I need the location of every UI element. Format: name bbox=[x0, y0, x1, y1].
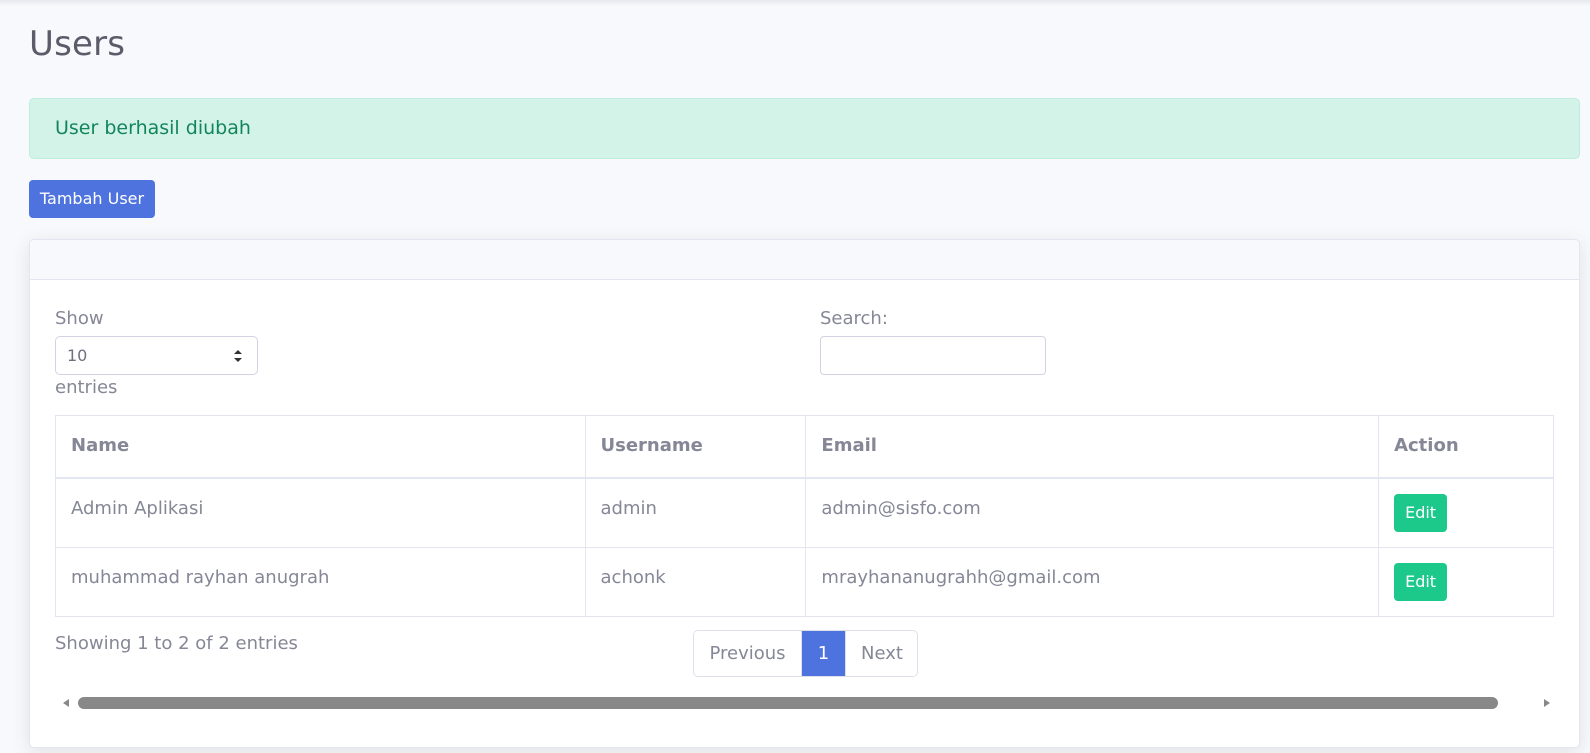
column-header-email[interactable]: Email bbox=[805, 415, 1380, 479]
table-info: Showing 1 to 2 of 2 entries bbox=[55, 633, 298, 654]
cell-email: mrayhananugrahh@gmail.com bbox=[805, 546, 1380, 617]
alert-message: User berhasil diubah bbox=[55, 117, 251, 139]
next-page-button[interactable]: Next bbox=[845, 631, 917, 676]
column-header-name[interactable]: Name bbox=[55, 415, 586, 479]
users-table: Name Username Email Action Admin Aplikas… bbox=[55, 415, 1554, 617]
page-title: Users bbox=[29, 24, 126, 64]
entries-length-select[interactable]: 10 bbox=[55, 336, 258, 375]
length-suffix: entries bbox=[55, 377, 118, 398]
cell-name: Admin Aplikasi bbox=[55, 477, 586, 548]
cell-action: Edit bbox=[1378, 477, 1554, 548]
card-header bbox=[30, 240, 1579, 280]
length-value: 10 bbox=[67, 346, 88, 365]
cell-username: admin bbox=[584, 477, 807, 548]
table-row: muhammad rayhan anugrah achonk mrayhanan… bbox=[55, 546, 1554, 617]
users-card: Show 10 entries Search: Name Username Em… bbox=[29, 239, 1580, 748]
cell-email: admin@sisfo.com bbox=[805, 477, 1380, 548]
table-row: Admin Aplikasi admin admin@sisfo.com Edi… bbox=[55, 477, 1554, 548]
page-1-button[interactable]: 1 bbox=[802, 631, 845, 676]
cell-username: achonk bbox=[584, 546, 807, 617]
edit-button[interactable]: Edit bbox=[1394, 562, 1448, 601]
search-input[interactable] bbox=[820, 336, 1046, 375]
length-label: Show bbox=[55, 308, 104, 329]
scroll-right-arrow-icon[interactable] bbox=[1544, 699, 1550, 707]
scroll-left-arrow-icon[interactable] bbox=[63, 699, 69, 707]
add-user-button[interactable]: Tambah User bbox=[29, 180, 155, 218]
column-header-username[interactable]: Username bbox=[584, 415, 807, 479]
cell-name: muhammad rayhan anugrah bbox=[55, 546, 586, 617]
sort-arrows-icon bbox=[234, 350, 242, 362]
pagination: Previous 1 Next bbox=[693, 630, 918, 677]
horizontal-scrollbar[interactable] bbox=[55, 696, 1554, 710]
previous-page-button[interactable]: Previous bbox=[694, 631, 802, 676]
success-alert: User berhasil diubah bbox=[29, 98, 1580, 159]
scrollbar-thumb[interactable] bbox=[78, 697, 1498, 709]
table-header-row: Name Username Email Action bbox=[55, 415, 1554, 479]
cell-action: Edit bbox=[1378, 546, 1554, 617]
column-header-action[interactable]: Action bbox=[1378, 415, 1554, 479]
search-label: Search: bbox=[820, 308, 888, 329]
edit-button[interactable]: Edit bbox=[1394, 493, 1448, 532]
topbar-shadow bbox=[0, 0, 1590, 6]
